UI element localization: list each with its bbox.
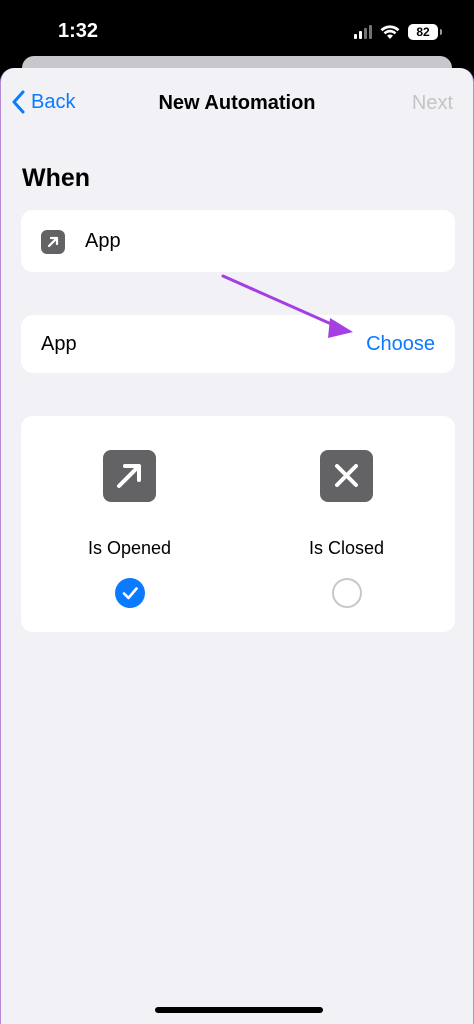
status-bar: 1:32 82 — [0, 0, 474, 62]
trigger-label: App — [85, 230, 121, 252]
radio-unchecked[interactable] — [332, 578, 362, 608]
app-row-label: App — [41, 333, 77, 355]
automation-sheet: Back New Automation Next When App App Ch… — [0, 68, 474, 1024]
close-icon — [320, 450, 373, 502]
radio-checked[interactable] — [115, 578, 145, 608]
navigation-bar: Back New Automation Next — [1, 68, 473, 140]
option-is-opened[interactable]: Is Opened — [21, 416, 238, 632]
status-icons: 82 — [354, 22, 442, 42]
option-is-closed[interactable]: Is Closed — [238, 416, 455, 632]
choose-button[interactable]: Choose — [366, 333, 435, 356]
home-indicator[interactable] — [155, 1007, 323, 1013]
page-title: New Automation — [158, 92, 316, 114]
trigger-card[interactable]: App — [21, 210, 455, 272]
trigger-options-card: Is Opened Is Closed — [21, 416, 455, 632]
wifi-icon — [380, 25, 400, 39]
arrow-up-right-icon — [103, 450, 156, 502]
next-button[interactable]: Next — [412, 92, 453, 115]
option-label: Is Closed — [308, 538, 385, 558]
app-row[interactable]: App Choose — [21, 315, 455, 373]
battery-icon: 82 — [408, 24, 442, 40]
section-title: When — [22, 164, 91, 192]
arrow-up-right-icon — [41, 230, 65, 254]
cellular-signal-icon — [354, 25, 372, 39]
option-label: Is Opened — [87, 538, 172, 558]
status-time: 1:32 — [58, 20, 99, 42]
